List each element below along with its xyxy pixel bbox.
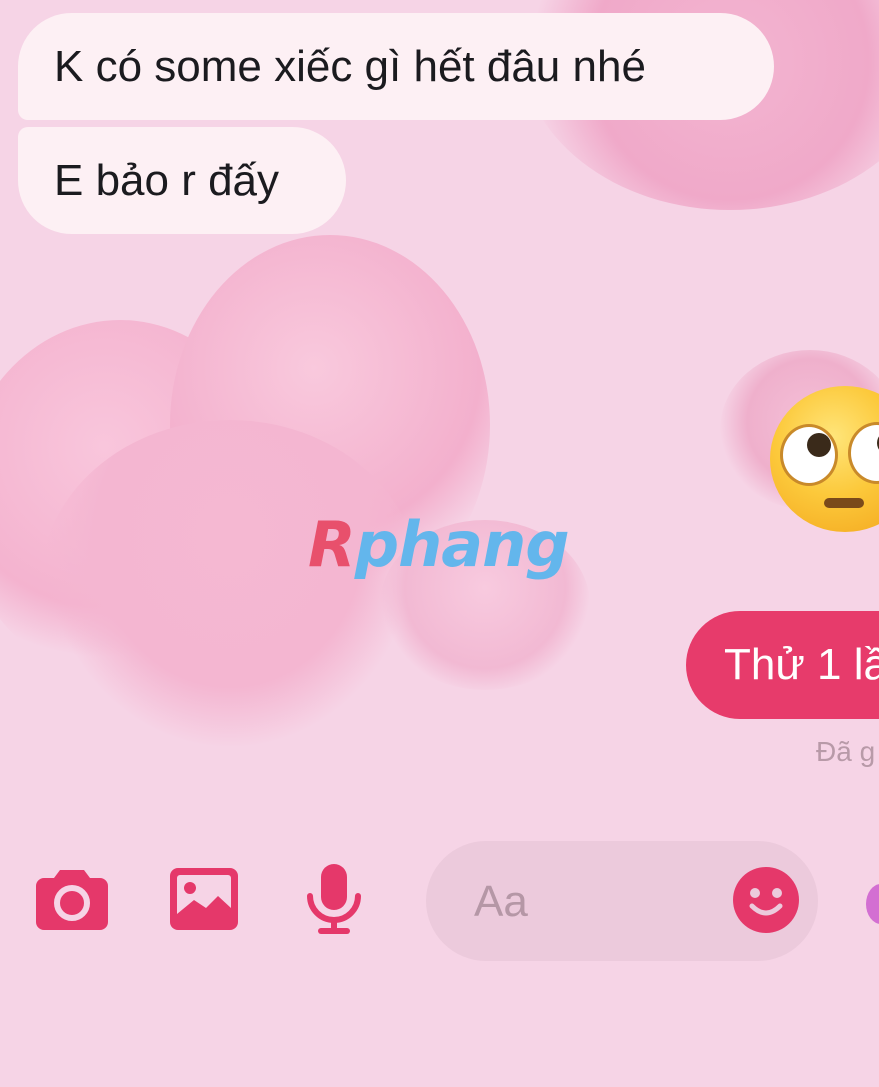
watermark-text: phang	[354, 508, 570, 581]
like-reaction-icon[interactable]	[866, 884, 879, 924]
emoji-eye	[780, 424, 838, 486]
emoji-mouth	[824, 498, 864, 508]
incoming-message[interactable]: E bảo r đấy	[18, 127, 346, 234]
message-text: Thử 1 lầ	[724, 640, 879, 689]
message-text: K có some xiếc gì hết đâu nhé	[54, 41, 646, 91]
background-heart	[40, 420, 420, 750]
camera-icon[interactable]	[36, 868, 108, 930]
message-input-placeholder: Aa	[474, 877, 528, 926]
chat-screen: K có some xiếc gì hết đâu nhé E bảo r đấ…	[0, 0, 879, 1087]
emoji-icon[interactable]	[732, 866, 800, 934]
watermark-logo: Rphang	[308, 508, 570, 581]
message-status: Đã g	[816, 736, 876, 767]
incoming-message[interactable]: K có some xiếc gì hết đâu nhé	[18, 13, 774, 120]
watermark-letter: R	[308, 508, 356, 581]
message-text: E bảo r đấy	[54, 155, 280, 205]
outgoing-message[interactable]: Thử 1 lầ	[686, 611, 879, 719]
message-input[interactable]: Aa	[426, 841, 818, 961]
microphone-icon[interactable]	[305, 864, 363, 936]
emoji-eye	[848, 422, 879, 484]
image-icon[interactable]	[170, 868, 238, 930]
